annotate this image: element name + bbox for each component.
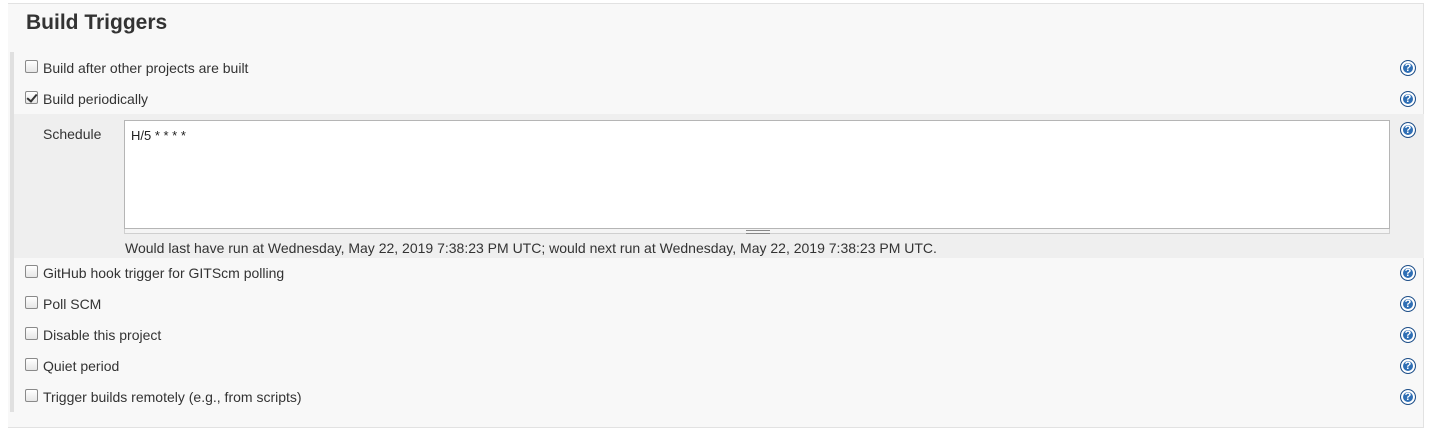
trigger-label[interactable]: Trigger builds remotely (e.g., from scri… (43, 389, 302, 405)
help-icon[interactable]: ? (1400, 122, 1416, 138)
trigger-label[interactable]: Build after other projects are built (43, 60, 248, 76)
help-icon[interactable]: ? (1400, 265, 1416, 281)
trigger-label[interactable]: Disable this project (43, 327, 161, 343)
trigger-row-disable-project: Disable this project ? (14, 320, 1424, 351)
trigger-row-quiet-period: Quiet period ? (14, 351, 1424, 382)
help-icon[interactable]: ? (1400, 60, 1416, 76)
schedule-run-info: Would last have run at Wednesday, May 22… (125, 240, 937, 256)
help-icon[interactable]: ? (1400, 389, 1416, 405)
disable-project-checkbox[interactable] (25, 327, 38, 340)
trigger-remotely-checkbox[interactable] (25, 389, 38, 402)
schedule-block: Schedule H/5 * * * * Would last have run… (14, 114, 1424, 258)
trigger-row-trigger-remotely: Trigger builds remotely (e.g., from scri… (14, 382, 1424, 413)
trigger-label[interactable]: Quiet period (43, 358, 119, 374)
trigger-row-poll-scm: Poll SCM ? (14, 289, 1424, 320)
trigger-row-build-periodically: Build periodically ? (14, 84, 1424, 115)
schedule-label: Schedule (43, 126, 102, 142)
trigger-label[interactable]: Poll SCM (43, 296, 101, 312)
help-icon[interactable]: ? (1400, 358, 1416, 374)
build-periodically-checkbox[interactable] (25, 91, 38, 104)
help-icon[interactable]: ? (1400, 91, 1416, 107)
textarea-resize-handle[interactable] (124, 229, 1390, 234)
schedule-textarea[interactable]: H/5 * * * * (124, 120, 1390, 229)
trigger-label[interactable]: GitHub hook trigger for GITScm polling (43, 265, 284, 281)
github-hook-checkbox[interactable] (25, 265, 38, 278)
section-title: Build Triggers (26, 11, 168, 34)
build-after-other-projects-checkbox[interactable] (25, 60, 38, 73)
trigger-row-github-hook: GitHub hook trigger for GITScm polling ? (14, 258, 1424, 289)
trigger-row-build-after-other-projects: Build after other projects are built ? (14, 53, 1424, 84)
help-icon[interactable]: ? (1400, 296, 1416, 312)
help-icon[interactable]: ? (1400, 327, 1416, 343)
trigger-label[interactable]: Build periodically (43, 91, 148, 107)
quiet-period-checkbox[interactable] (25, 358, 38, 371)
poll-scm-checkbox[interactable] (25, 296, 38, 309)
